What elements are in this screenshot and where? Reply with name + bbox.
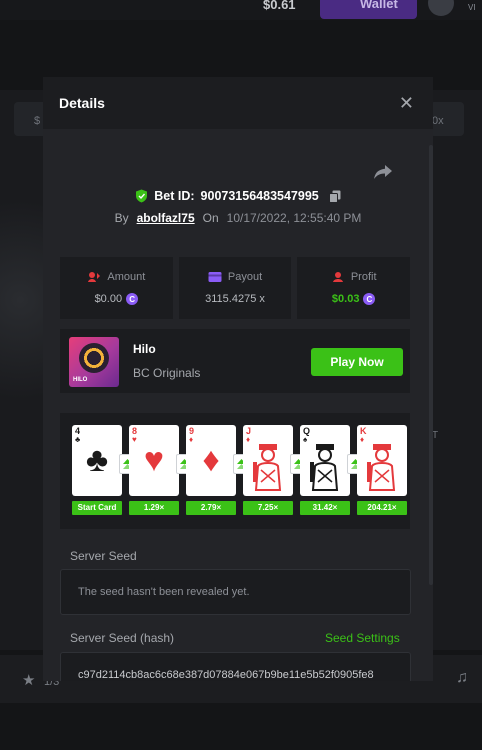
bet-id-label: Bet ID: — [154, 189, 195, 203]
amount-icon — [88, 272, 101, 282]
card-slot: J ♦ 7.25× — [243, 425, 293, 515]
wallet-button[interactable]: Wallet — [320, 0, 417, 19]
stat-amount-label: Amount — [107, 271, 146, 283]
modal-header: Details ✕ — [43, 77, 433, 129]
star-icon[interactable]: ★ — [22, 671, 35, 689]
stat-payout-value: 3115.4275 x — [205, 293, 265, 305]
bet-id-value: 90073156483547995 — [200, 189, 319, 203]
card-multiplier: 31.42× — [300, 501, 350, 515]
card-multiplier: 2.79× — [186, 501, 236, 515]
stat-payout-label: Payout — [227, 271, 263, 283]
coin-icon: C — [126, 293, 139, 305]
playing-card: 4 ♣ ♣ — [72, 425, 122, 496]
game-provider: BC Originals — [133, 366, 201, 380]
face-card-figure — [310, 444, 339, 491]
card-slot: 9 ♦ ♦ 2.79× — [186, 425, 236, 515]
card-multiplier: 204.21× — [357, 501, 407, 515]
coin-icon: C — [363, 293, 376, 305]
thumbnail-tag: HILO — [73, 377, 88, 383]
face-card-figure — [367, 444, 396, 491]
payout-icon — [208, 272, 222, 282]
stat-profit-label: Profit — [350, 271, 377, 283]
server-seed-hash-label: Server Seed (hash) — [70, 631, 175, 645]
card-suit-small: ♠ — [303, 435, 308, 444]
stat-profit: Profit $0.03 C — [297, 257, 411, 319]
bet-stats: Amount $0.00 C Payout 3115.4275 x Profit… — [60, 257, 411, 319]
bet-id-row: Bet ID: 90073156483547995 — [43, 189, 433, 203]
card-slot: K ♦ 204.21× — [357, 425, 407, 515]
card-multiplier: 1.29× — [129, 501, 179, 515]
close-icon[interactable]: ✕ — [399, 94, 414, 112]
server-seed-field: The seed hasn't been revealed yet. — [60, 569, 411, 615]
on-label: On — [202, 211, 219, 225]
server-seed-label: Server Seed — [70, 549, 137, 563]
stat-amount-value: $0.00 — [94, 293, 123, 305]
balance-display: $0.61 — [263, 0, 296, 12]
vip-label: VI — [468, 3, 476, 12]
playing-card: 9 ♦ ♦ — [186, 425, 236, 496]
copy-icon[interactable] — [328, 190, 341, 203]
card-suit-small: ♦ — [246, 435, 251, 444]
share-icon[interactable] — [373, 163, 393, 181]
server-seed-hash-field[interactable]: c97d2114cb8ac6c68e387d07884e067b9be11e5b… — [60, 652, 411, 681]
by-label: By — [114, 211, 129, 225]
card-suit-small: ♦ — [360, 435, 365, 444]
card-suit-large: ♦ — [202, 441, 220, 479]
card-slot: Q ♠ 31.42× — [300, 425, 350, 515]
game-card: HILO Hilo BC Originals Play Now — [60, 329, 410, 393]
face-card-figure — [253, 444, 282, 491]
playing-card: K ♦ — [357, 425, 407, 496]
bet-date: 10/17/2022, 12:55:40 PM — [226, 211, 362, 225]
bet-meta-row: By abolfazl75 On 10/17/2022, 12:55:40 PM — [43, 211, 433, 225]
username-link[interactable]: abolfazl75 — [137, 211, 195, 225]
stat-profit-value: $0.03 — [331, 293, 360, 305]
card-multiplier: 7.25× — [243, 501, 293, 515]
cards-history: 4 ♣ ♣ Start Card 8 ♥ ♥ 1.29× 9 ♦ ♦ 2.79× J ♦ 7.25× Q ♠ 31… — [60, 413, 410, 529]
bet-chip-right[interactable]: 0x — [430, 102, 464, 136]
shield-icon — [136, 189, 148, 203]
playing-card: 8 ♥ ♥ — [129, 425, 179, 496]
game-thumbnail[interactable]: HILO — [69, 337, 119, 387]
card-suit-large: ♥ — [143, 441, 165, 479]
card-multiplier: Start Card — [72, 501, 122, 515]
card-suit-large: ♣ — [85, 441, 109, 479]
card-slot: 4 ♣ ♣ Start Card — [72, 425, 122, 515]
card-slot: 8 ♥ ♥ 1.29× — [129, 425, 179, 515]
stat-payout: Payout 3115.4275 x — [178, 257, 292, 319]
bet-details-modal: Details ✕ Bet ID: 90073156483547995 By a… — [43, 77, 433, 681]
play-now-button[interactable]: Play Now — [311, 348, 403, 376]
profit-icon — [332, 272, 343, 282]
stat-amount: Amount $0.00 C — [60, 257, 173, 319]
seed-settings-link[interactable]: Seed Settings — [325, 631, 400, 645]
music-icon[interactable]: ♫ — [456, 669, 468, 687]
playing-card: Q ♠ — [300, 425, 350, 496]
disc-icon — [79, 343, 109, 373]
playing-card: J ♦ — [243, 425, 293, 496]
modal-title: Details — [59, 95, 105, 111]
background-decoration — [0, 180, 44, 440]
game-name: Hilo — [133, 342, 156, 356]
